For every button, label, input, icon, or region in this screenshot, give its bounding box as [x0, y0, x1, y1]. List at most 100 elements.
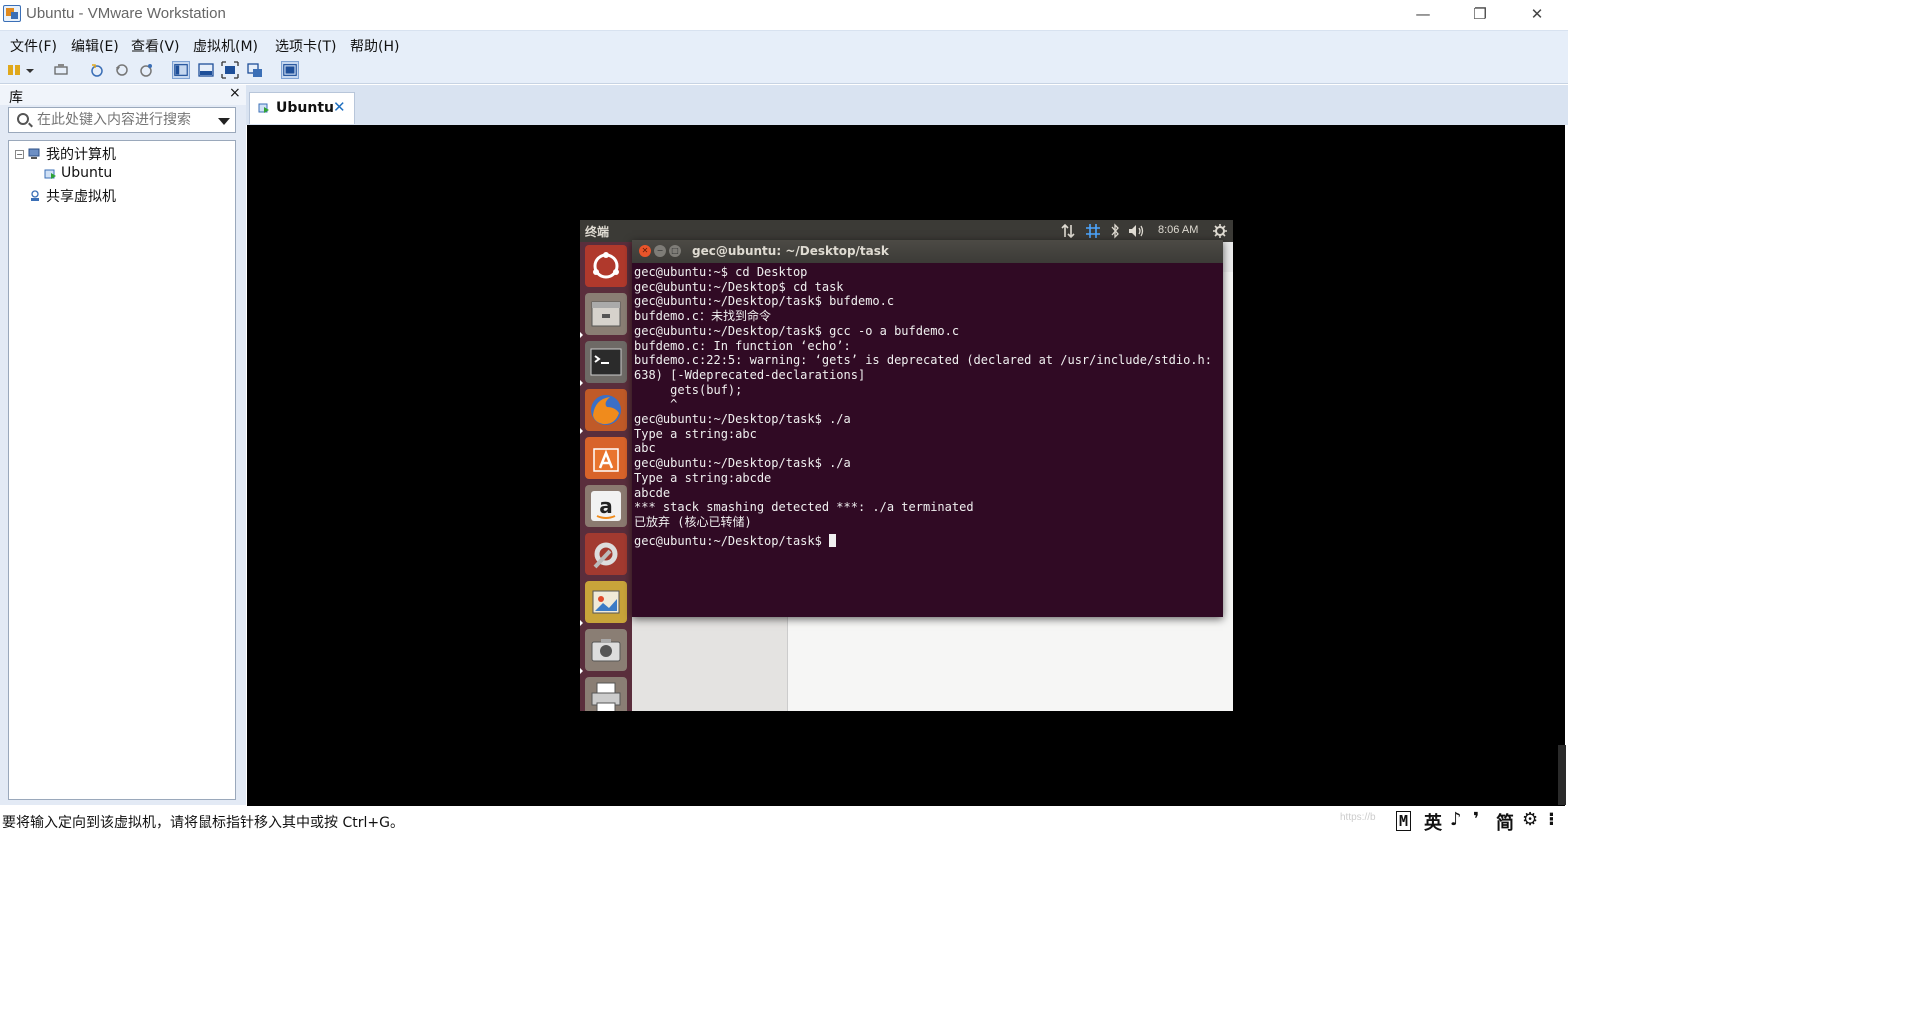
terminal-line: gec@ubuntu:~$ cd Desktop: [634, 265, 808, 279]
launcher-running-indicator: [580, 332, 583, 338]
terminal-line: abcde: [634, 485, 671, 500]
vm-running-icon: [258, 103, 269, 113]
library-title: 库: [9, 90, 23, 106]
chevron-down-icon[interactable]: [24, 61, 36, 79]
terminal-line: gec@ubuntu:~/Desktop/task$ gcc -o a bufd…: [634, 323, 960, 338]
menu-view[interactable]: 查看(V): [131, 36, 180, 56]
ime-language-icon[interactable]: 英: [1424, 809, 1442, 835]
terminal-line: ^: [634, 397, 678, 412]
terminal-line: gec@ubuntu:~/Desktop/task$ ./a: [634, 412, 851, 426]
background-window-sidebar: [632, 612, 788, 711]
terminal-window[interactable]: ✕ − □ gec@ubuntu: ~/Desktop/task gec@ubu…: [632, 240, 1223, 617]
keyboard-icon[interactable]: [1085, 223, 1101, 239]
vm-running-icon: [44, 169, 56, 179]
minimize-button[interactable]: —: [1400, 2, 1446, 26]
library-close-button[interactable]: ×: [229, 85, 241, 101]
software-center-icon[interactable]: [585, 437, 627, 479]
terminal-icon[interactable]: [585, 341, 627, 383]
library-search-input[interactable]: [37, 110, 207, 130]
ime-mode-icon[interactable]: M: [1396, 811, 1412, 831]
tree-item-shared-vms[interactable]: 共享虚拟机: [46, 186, 116, 206]
launcher-running-indicator: [580, 668, 583, 674]
camera-icon[interactable]: [585, 629, 627, 671]
ime-more-icon[interactable]: ⁝: [1548, 809, 1555, 830]
tree-collapse-toggle[interactable]: −: [15, 150, 24, 159]
files-icon[interactable]: [585, 293, 627, 335]
svg-text:a: a: [599, 494, 613, 518]
image-viewer-icon[interactable]: [585, 581, 627, 623]
terminal-line: gec@ubuntu:~/Desktop/task$ bufdemo.c: [634, 294, 895, 309]
terminal-output[interactable]: gec@ubuntu:~$ cd Desktop gec@ubuntu:~/De…: [634, 265, 1223, 615]
terminal-line: Type a string:abc: [634, 426, 757, 441]
show-library-icon[interactable]: [172, 61, 190, 79]
thumbnail-bar-icon[interactable]: [197, 61, 215, 79]
menu-vm[interactable]: 虚拟机(M): [193, 36, 258, 56]
terminal-line: bufdemo.c: In function ‘echo’:: [634, 338, 851, 353]
ubuntu-top-panel: 终端 8:06 AM: [580, 220, 1233, 242]
menu-tabs[interactable]: 选项卡(T): [275, 36, 336, 56]
background-window-edge: [1223, 272, 1233, 614]
vmware-app-icon: [3, 5, 21, 22]
tab-ubuntu[interactable]: Ubuntu ✕: [249, 92, 355, 124]
tree-item-ubuntu[interactable]: Ubuntu: [61, 165, 112, 181]
ime-simplified-icon[interactable]: 简: [1496, 809, 1514, 835]
launcher-running-indicator: [580, 380, 583, 386]
chevron-down-icon[interactable]: [218, 118, 230, 125]
terminal-line: gec@ubuntu:~/Desktop$ cd task: [634, 279, 844, 294]
gear-icon[interactable]: [1212, 223, 1228, 239]
terminal-line: 已放弃 (核心已转储): [634, 514, 752, 529]
console-view-icon[interactable]: [281, 61, 299, 79]
tree-item-my-computer[interactable]: 我的计算机: [46, 144, 116, 164]
library-search-box[interactable]: [8, 107, 236, 133]
search-icon: [17, 113, 29, 125]
system-settings-icon[interactable]: [585, 533, 627, 575]
full-screen-icon[interactable]: [221, 61, 239, 79]
printer-icon[interactable]: [585, 677, 627, 711]
terminal-title-bar[interactable]: ✕ − □ gec@ubuntu: ~/Desktop/task: [632, 240, 1223, 263]
tab-label: Ubuntu: [276, 100, 334, 116]
pause-vm-icon[interactable]: [6, 61, 24, 79]
ime-halfwidth-icon[interactable]: ♪: [1450, 809, 1462, 830]
terminal-prompt: gec@ubuntu:~/Desktop/task$: [634, 533, 830, 548]
terminal-line: bufdemo.c：未找到命令: [634, 309, 772, 324]
panel-app-title: 终端: [585, 225, 610, 239]
unity-mode-icon[interactable]: [246, 61, 264, 79]
firefox-icon[interactable]: [585, 389, 627, 431]
ubuntu-desktop[interactable]: 终端 8:06 AM a ✕ − □ gec@ubuntu: ~/Desktop…: [580, 220, 1233, 711]
ime-settings-icon[interactable]: ⚙: [1522, 809, 1538, 830]
menu-file[interactable]: 文件(F): [10, 36, 57, 56]
maximize-button[interactable]: ❐: [1457, 2, 1503, 26]
vm-scroll-indicator: [1558, 745, 1566, 805]
tab-strip: [246, 85, 1568, 125]
terminal-close-icon[interactable]: ✕: [639, 245, 651, 257]
terminal-minimize-icon[interactable]: −: [654, 245, 666, 257]
panel-clock[interactable]: 8:06 AM: [1158, 224, 1198, 236]
ubuntu-dash-icon[interactable]: [585, 245, 627, 287]
network-icon[interactable]: [1060, 223, 1076, 239]
terminal-line: 638) [-Wdeprecated-declarations]: [634, 367, 866, 382]
send-ctrl-alt-del-icon[interactable]: [52, 61, 70, 79]
terminal-cursor: [829, 533, 837, 547]
volume-icon[interactable]: [1128, 223, 1146, 239]
ime-punctuation-icon[interactable]: ❜: [1473, 809, 1479, 830]
revert-snapshot-icon[interactable]: [113, 61, 131, 79]
terminal-title: gec@ubuntu: ~/Desktop/task: [692, 244, 889, 258]
library-tree: − 我的计算机 Ubuntu 共享虚拟机: [8, 140, 236, 800]
menu-help[interactable]: 帮助(H): [350, 36, 399, 56]
launcher-running-indicator: [580, 620, 583, 626]
terminal-line: Type a string:abcde: [634, 470, 772, 485]
tab-close-button[interactable]: ✕: [333, 98, 346, 116]
vmware-workstation-window: Ubuntu - VMware Workstation — ❐ ✕ 文件(F) …: [0, 0, 1568, 835]
terminal-prompt-line: gec@ubuntu:~/Desktop/task$: [634, 530, 837, 549]
watermark-text: https://b: [1340, 812, 1376, 823]
shared-vm-icon: [31, 190, 39, 201]
amazon-icon[interactable]: a: [585, 485, 627, 527]
ubuntu-launcher: a: [580, 242, 632, 711]
menu-edit[interactable]: 编辑(E): [71, 36, 119, 56]
terminal-maximize-icon[interactable]: □: [669, 245, 681, 257]
close-button[interactable]: ✕: [1514, 2, 1560, 26]
snapshot-icon[interactable]: [88, 61, 106, 79]
terminal-line: bufdemo.c:22:5: warning: ‘gets’ is depre…: [634, 353, 1212, 368]
bluetooth-icon[interactable]: [1110, 223, 1120, 239]
snapshot-manager-icon[interactable]: [137, 61, 155, 79]
